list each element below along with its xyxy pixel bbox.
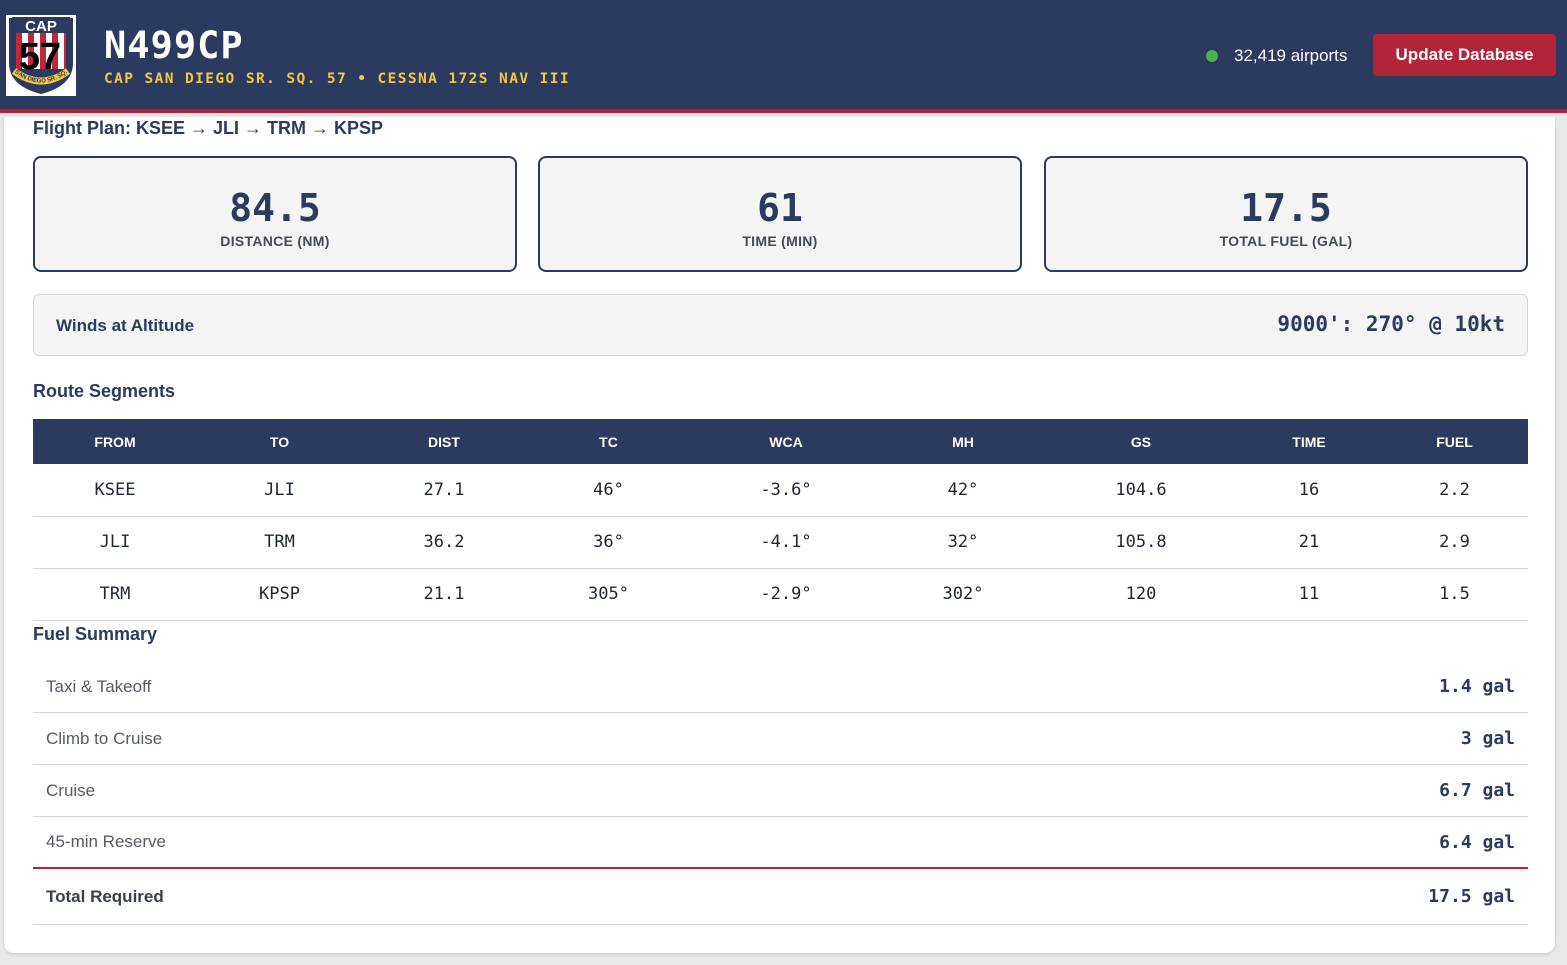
table-row: TRM KPSP 21.1 305° -2.9° 302° 120 11 1.5 <box>33 568 1528 621</box>
cell-mh: 42° <box>881 464 1045 517</box>
col-from: FROM <box>33 419 197 464</box>
fuel-item-climb: Climb to Cruise 3 gal <box>33 713 1528 765</box>
cell-wca: -4.1° <box>691 516 881 569</box>
cell-dist: 27.1 <box>362 464 526 517</box>
fuel-summary-title: Fuel Summary <box>33 624 158 644</box>
logo-text-number: 57 <box>19 36 61 78</box>
fuel-total-row: Total Required 17.5 gal <box>33 869 1528 925</box>
fuel-item-label: Taxi & Takeoff <box>46 676 152 696</box>
col-gs: GS <box>1045 419 1237 464</box>
time-value: 61 <box>757 186 803 230</box>
fuel-item-value: 1.4 gal <box>1439 676 1515 697</box>
fuel-item-value: 6.4 gal <box>1439 831 1515 853</box>
fuel-item-value: 6.7 gal <box>1439 780 1515 801</box>
status-dot-icon <box>1206 50 1218 62</box>
logo-text-top: CAP <box>25 18 57 35</box>
table-row: KSEE JLI 27.1 46° -3.6° 42° 104.6 16 2.2 <box>33 464 1528 517</box>
cell-from: KSEE <box>33 464 197 517</box>
cell-fuel: 1.5 <box>1381 568 1528 621</box>
table-row: JLI TRM 36.2 36° -4.1° 32° 105.8 21 2.9 <box>33 516 1528 569</box>
aircraft-subtitle: CAP SAN DIEGO SR. SQ. 57 • CESSNA 172S N… <box>104 71 570 87</box>
route-segments-title: Route Segments <box>33 381 176 401</box>
fuel-total-label: Total Required <box>46 886 164 906</box>
cell-tc: 36° <box>526 516 691 569</box>
fuel-total-value: 17.5 gal <box>1428 886 1515 907</box>
flight-plan-title: Flight Plan: KSEE → JLI → TRM → KPSP <box>33 118 384 138</box>
cell-from: TRM <box>33 568 197 621</box>
cell-wca: -2.9° <box>691 568 881 621</box>
winds-label: Winds at Altitude <box>56 316 195 335</box>
fuel-item-label: 45-min Reserve <box>46 832 166 851</box>
aircraft-title: N499CP <box>104 24 244 67</box>
col-mh: MH <box>881 419 1045 464</box>
fuel-stat: 17.5 TOTAL FUEL (GAL) <box>1044 156 1528 272</box>
cell-tc: 305° <box>526 568 691 621</box>
fuel-item-value: 3 gal <box>1460 728 1515 749</box>
col-wca: WCA <box>691 419 881 464</box>
cell-to: TRM <box>197 516 362 569</box>
col-fuel: FUEL <box>1381 419 1528 464</box>
col-to: TO <box>197 419 362 464</box>
database-status: 32,419 airports <box>1206 44 1347 68</box>
time-label: TIME (MIN) <box>742 233 818 249</box>
cell-time: 21 <box>1237 516 1381 569</box>
cell-mh: 302° <box>881 568 1045 621</box>
route-segments-table: FROM TO DIST TC WCA MH GS TIME FUEL KSEE… <box>33 419 1528 621</box>
cell-dist: 21.1 <box>362 568 526 621</box>
cell-tc: 46° <box>526 464 691 517</box>
distance-value: 84.5 <box>229 186 321 230</box>
app-header: CAP 57 SAN DIEGO SR. SQ. N499CP CAP SAN … <box>0 0 1567 113</box>
cell-gs: 105.8 <box>1045 516 1237 569</box>
cell-gs: 104.6 <box>1045 464 1237 517</box>
cell-gs: 120 <box>1045 568 1237 621</box>
fuel-item-label: Climb to Cruise <box>46 728 163 748</box>
cell-wca: -3.6° <box>691 464 881 517</box>
col-time: TIME <box>1237 419 1381 464</box>
fuel-value: 17.5 <box>1240 186 1332 230</box>
fuel-summary-list: Taxi & Takeoff 1.4 gal Climb to Cruise 3… <box>33 661 1528 925</box>
airport-count: 32,419 airports <box>1234 46 1348 65</box>
distance-label: DISTANCE (NM) <box>220 233 330 249</box>
fuel-item-label: Cruise <box>46 780 96 800</box>
winds-value: 9000': 270° @ 10kt <box>1277 312 1505 336</box>
cell-fuel: 2.2 <box>1381 464 1528 517</box>
fuel-item-reserve: 45-min Reserve 6.4 gal <box>33 817 1528 869</box>
cell-time: 11 <box>1237 568 1381 621</box>
cell-dist: 36.2 <box>362 516 526 569</box>
fuel-item-taxi: Taxi & Takeoff 1.4 gal <box>33 661 1528 713</box>
table-header-row: FROM TO DIST TC WCA MH GS TIME FUEL <box>33 419 1528 464</box>
col-dist: DIST <box>362 419 526 464</box>
fuel-item-cruise: Cruise 6.7 gal <box>33 765 1528 817</box>
cell-to: KPSP <box>197 568 362 621</box>
distance-stat: 84.5 DISTANCE (NM) <box>33 156 517 272</box>
update-database-button[interactable]: Update Database <box>1373 34 1556 76</box>
time-stat: 61 TIME (MIN) <box>538 156 1022 272</box>
cell-fuel: 2.9 <box>1381 516 1528 569</box>
cell-from: JLI <box>33 516 197 569</box>
squadron-logo-icon: CAP 57 SAN DIEGO SR. SQ. <box>6 15 76 96</box>
winds-panel: Winds at Altitude 9000': 270° @ 10kt <box>33 294 1528 356</box>
col-tc: TC <box>526 419 691 464</box>
cell-mh: 32° <box>881 516 1045 569</box>
cell-time: 16 <box>1237 464 1381 517</box>
cell-to: JLI <box>197 464 362 517</box>
fuel-label: TOTAL FUEL (GAL) <box>1219 233 1353 249</box>
